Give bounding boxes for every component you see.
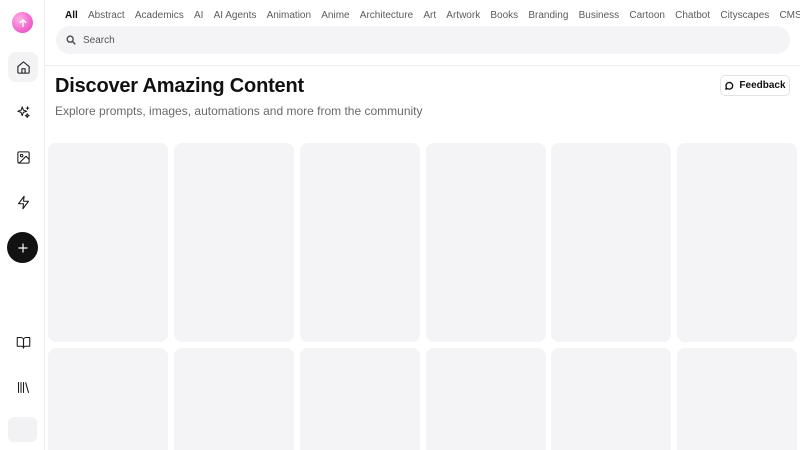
content-grid xyxy=(48,143,800,450)
content-card-placeholder[interactable] xyxy=(300,348,420,450)
tab-abstract[interactable]: Abstract xyxy=(88,10,125,21)
content-card-placeholder[interactable] xyxy=(551,348,671,450)
app-logo[interactable] xyxy=(12,12,33,33)
content-card-placeholder[interactable] xyxy=(48,143,168,342)
plus-icon xyxy=(17,242,28,253)
search-bar[interactable] xyxy=(56,26,790,54)
tab-all[interactable]: All xyxy=(65,10,78,21)
book-open-icon xyxy=(16,336,30,349)
feedback-label: Feedback xyxy=(739,80,786,91)
tab-academics[interactable]: Academics xyxy=(135,10,184,21)
home-icon xyxy=(16,60,30,74)
tab-ai[interactable]: AI xyxy=(194,10,203,21)
content-card-placeholder[interactable] xyxy=(426,143,546,342)
message-circle-icon xyxy=(725,81,734,90)
tab-artwork[interactable]: Artwork xyxy=(446,10,480,21)
content-card-placeholder[interactable] xyxy=(426,348,546,450)
tab-cityscapes[interactable]: Cityscapes xyxy=(720,10,769,21)
tab-business[interactable]: Business xyxy=(579,10,620,21)
tab-chatbot[interactable]: Chatbot xyxy=(675,10,710,21)
tab-cms-crm[interactable]: CMS / CRM xyxy=(779,10,800,21)
content-card-placeholder[interactable] xyxy=(48,348,168,450)
tab-art[interactable]: Art xyxy=(423,10,436,21)
page-title: Discover Amazing Content xyxy=(55,75,304,97)
create-button[interactable] xyxy=(7,232,38,263)
search-icon xyxy=(66,35,76,45)
content-card-placeholder[interactable] xyxy=(174,143,294,342)
content-card-placeholder[interactable] xyxy=(551,143,671,342)
tab-ai-agents[interactable]: AI Agents xyxy=(214,10,257,21)
avatar[interactable] xyxy=(8,417,37,442)
tab-architecture[interactable]: Architecture xyxy=(360,10,413,21)
arrow-up-icon xyxy=(19,18,26,27)
tab-anime[interactable]: Anime xyxy=(321,10,349,21)
tab-books[interactable]: Books xyxy=(490,10,518,21)
lightning-icon xyxy=(17,195,29,209)
feedback-button[interactable]: Feedback xyxy=(720,75,790,96)
tab-animation[interactable]: Animation xyxy=(267,10,311,21)
sparkles-icon xyxy=(16,105,30,118)
content-card-placeholder[interactable] xyxy=(174,348,294,450)
tab-cartoon[interactable]: Cartoon xyxy=(629,10,665,21)
page-subtitle: Explore prompts, images, automations and… xyxy=(55,104,423,118)
image-icon xyxy=(16,150,30,164)
content-card-placeholder[interactable] xyxy=(677,143,797,342)
sidebar-item-prompts[interactable] xyxy=(8,97,38,127)
sidebar-item-images[interactable] xyxy=(8,142,38,172)
tab-branding[interactable]: Branding xyxy=(528,10,568,21)
content-card-placeholder[interactable] xyxy=(300,143,420,342)
search-input[interactable] xyxy=(83,34,763,46)
sidebar-item-automations[interactable] xyxy=(8,187,38,217)
sidebar-item-guides[interactable] xyxy=(8,327,38,357)
content-card-placeholder[interactable] xyxy=(677,348,797,450)
divider xyxy=(45,65,800,66)
category-tabs: All Abstract Academics AI AI Agents Animation… xyxy=(45,0,800,24)
sidebar-item-home[interactable] xyxy=(8,52,38,82)
sidebar xyxy=(0,0,45,450)
library-icon xyxy=(17,381,29,393)
sidebar-item-library[interactable] xyxy=(8,372,38,402)
